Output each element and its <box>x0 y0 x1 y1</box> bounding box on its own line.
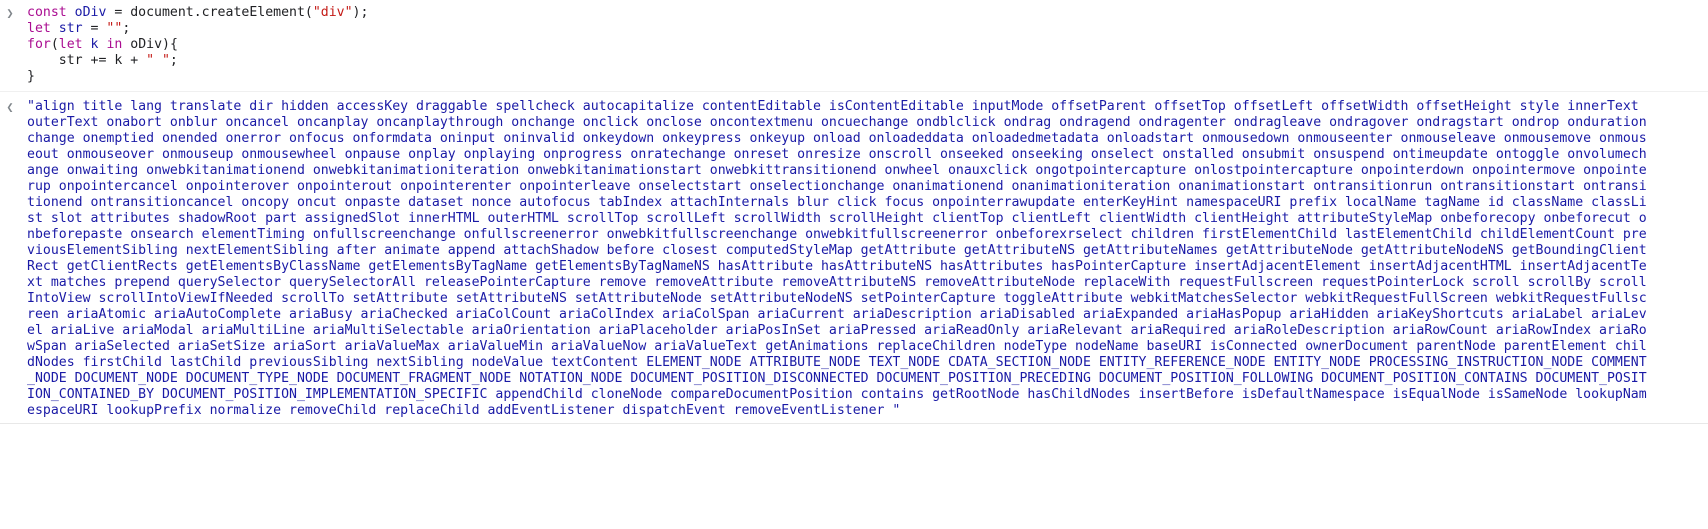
code-token: let <box>27 21 59 36</box>
code-token: str += k + <box>27 53 147 68</box>
code-token: = <box>82 21 107 36</box>
code-token: "" <box>106 21 123 36</box>
code-token: let <box>58 37 91 52</box>
code-line: const oDiv = document.createElement("div… <box>27 5 1708 21</box>
code-token: for <box>27 37 51 52</box>
devtools-console: ❯ const oDiv = document.createElement("d… <box>0 0 1708 529</box>
console-result-string[interactable]: "align title lang translate dir hidden a… <box>27 99 1647 419</box>
code-token: " " <box>146 53 170 68</box>
console-output-entry[interactable]: ❮ "align title lang translate dir hidden… <box>0 92 1708 424</box>
code-token: } <box>27 69 35 84</box>
code-token: k <box>90 37 99 52</box>
code-token: = document.createElement( <box>106 5 313 20</box>
console-code-block[interactable]: const oDiv = document.createElement("div… <box>27 5 1708 85</box>
code-token: "div" <box>312 5 353 20</box>
code-line: str += k + " "; <box>27 53 1708 69</box>
code-line: for(let k in oDiv){ <box>27 37 1708 53</box>
code-line: let str = ""; <box>27 21 1708 37</box>
code-token: str <box>58 21 83 36</box>
code-token: oDiv){ <box>122 37 178 52</box>
code-token: const <box>27 5 75 20</box>
code-token: in <box>106 37 123 52</box>
chevron-right-icon: ❯ <box>6 6 14 20</box>
code-token: ( <box>50 37 59 52</box>
code-token: ; <box>122 21 131 36</box>
code-token: ; <box>169 53 178 68</box>
code-token: ); <box>352 5 369 20</box>
code-line: } <box>27 69 1708 85</box>
code-token: oDiv <box>74 5 107 20</box>
console-input-entry[interactable]: ❯ const oDiv = document.createElement("d… <box>0 0 1708 92</box>
chevron-left-icon: ❮ <box>6 100 14 114</box>
